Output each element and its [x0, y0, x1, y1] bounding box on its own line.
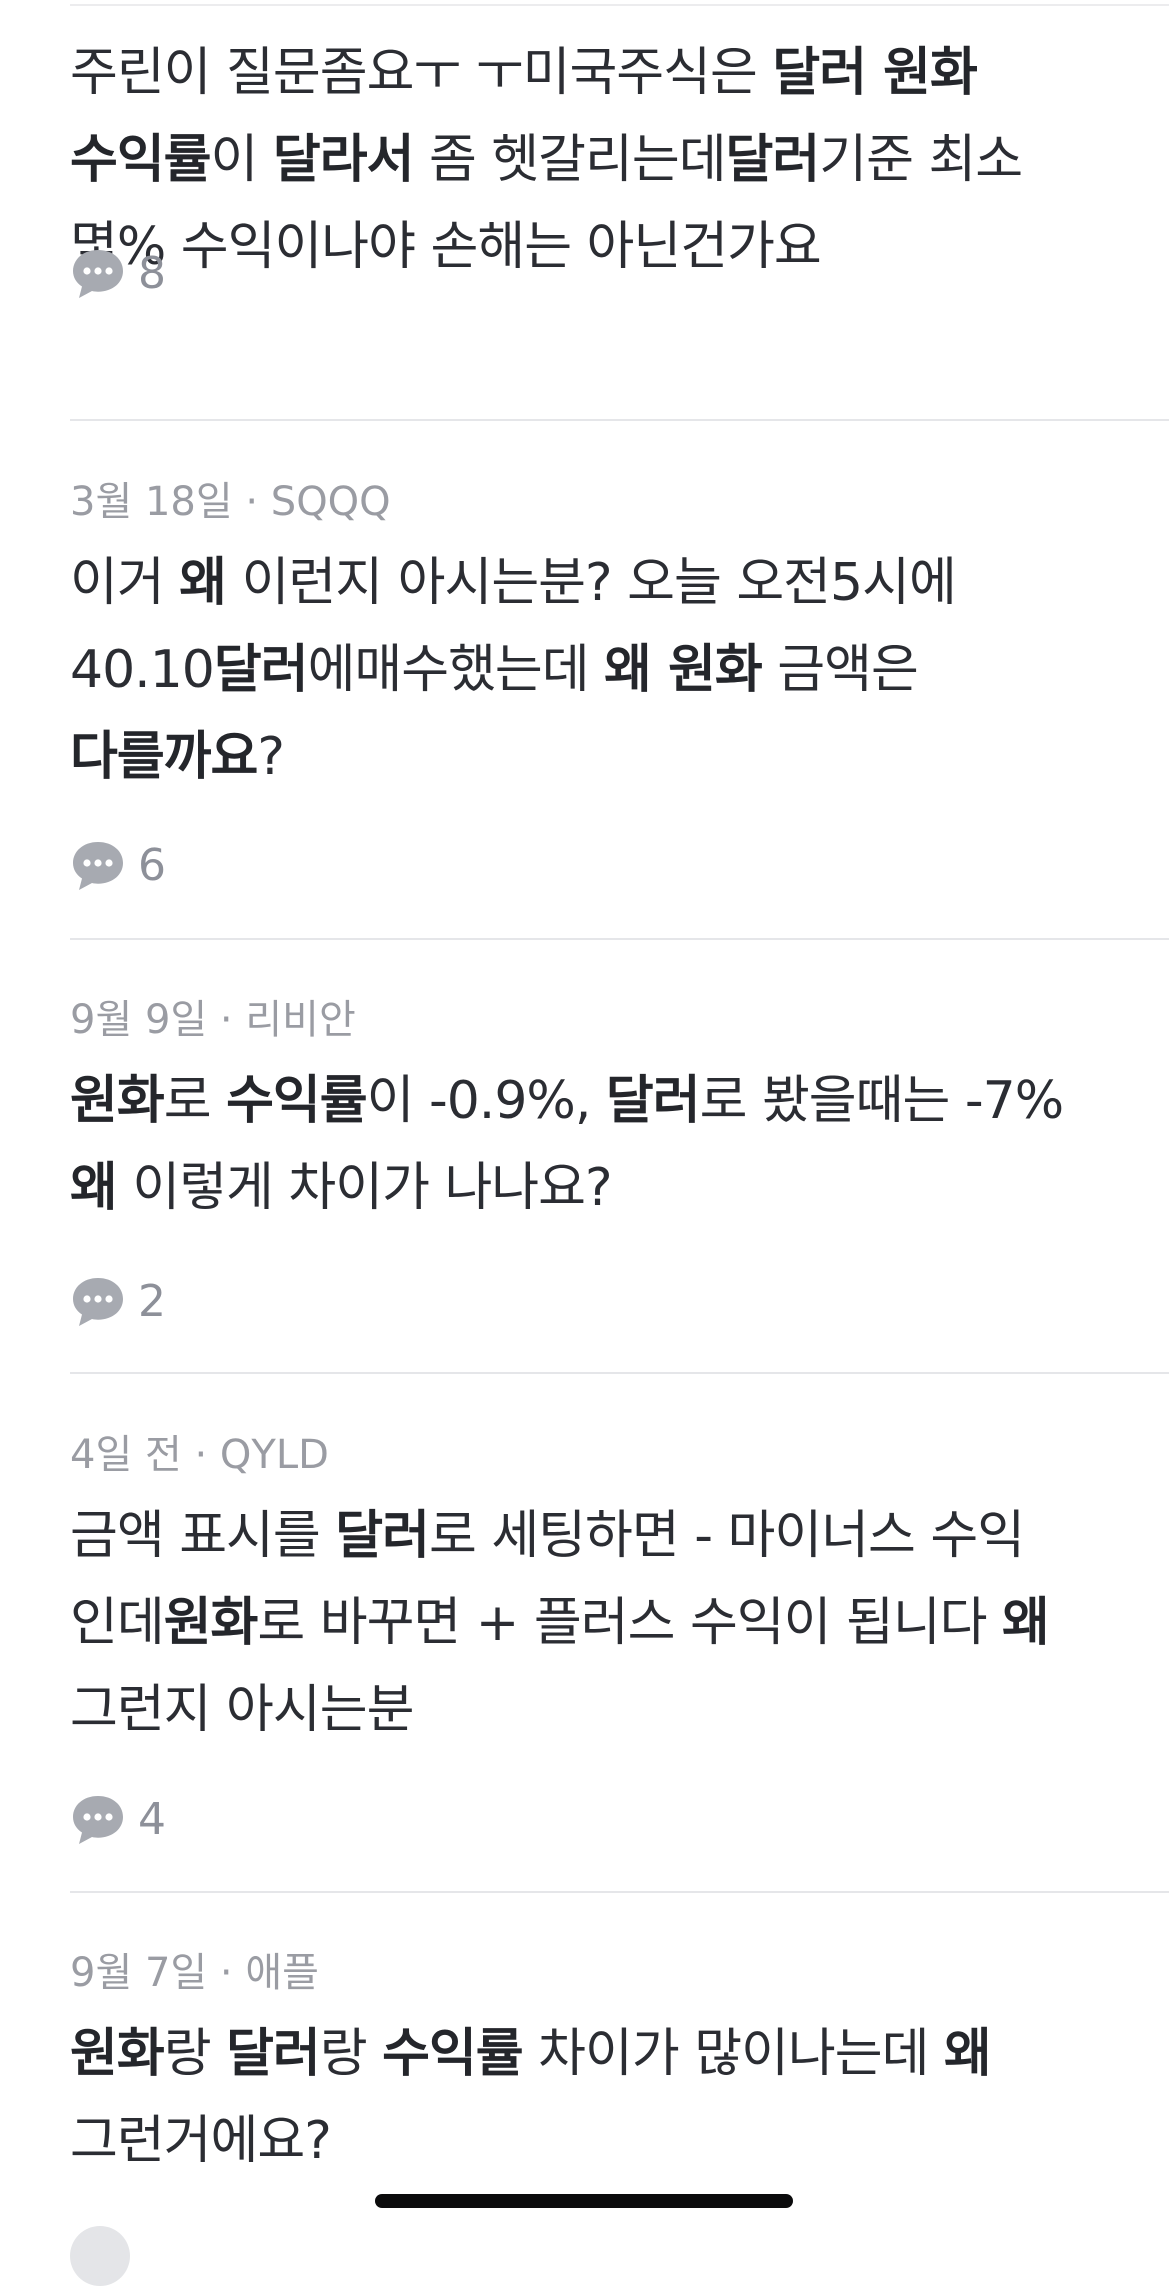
speech-bubble-icon	[73, 842, 123, 890]
title-text: 랑	[163, 2024, 227, 2084]
title-text: 그런거에요?	[70, 2111, 332, 2171]
title-text: 좀 헷갈리는데	[413, 130, 727, 190]
title-text: 이렇게 차이가 나나요?	[116, 1158, 612, 1218]
post-meta: 4일 전 · QYLD	[70, 1432, 329, 1478]
divider	[70, 938, 1169, 940]
speech-bubble-icon	[73, 1278, 123, 1326]
post-title[interactable]: 원화로 수익률이 -0.9%, 달러로 봤을때는 -7% 왜 이렇게 차이가 나…	[70, 1058, 1110, 1232]
highlight-keyword: 왜	[70, 1158, 118, 1218]
next-item-icon	[70, 2226, 130, 2286]
speech-bubble-icon	[73, 250, 123, 298]
highlight-keyword: 원화	[70, 1071, 165, 1131]
title-text: 랑	[319, 2024, 383, 2084]
title-text: 에매수했는데	[307, 640, 605, 700]
highlight-keyword: 수익률	[226, 1071, 368, 1131]
comment-count-value: 6	[138, 840, 166, 891]
divider	[70, 419, 1169, 421]
title-text: 금액은	[761, 640, 919, 700]
highlight-keyword: 달러	[725, 130, 821, 190]
comment-count-value: 4	[138, 1794, 166, 1845]
highlight-keyword: 달러	[226, 2024, 321, 2084]
comment-count-value: 8	[138, 248, 166, 299]
post-item[interactable]: 9월 9일 · 리비안 원화로 수익률이 -0.9%, 달러로 봤을때는 -7%…	[70, 996, 1110, 1327]
highlight-keyword: 달러	[335, 1506, 430, 1566]
title-text: 이	[210, 130, 273, 190]
post-item[interactable]: 9월 7일 · 애플 원화랑 달러랑 수익률 차이가 많이나는데 왜 그런거에요…	[70, 1949, 1110, 2185]
highlight-keyword: 왜	[179, 553, 227, 613]
highlight-keyword: 달라서	[272, 130, 415, 190]
highlight-keyword: 다를까요	[70, 727, 258, 787]
title-text: 그런지 아시는분	[70, 1680, 414, 1740]
comment-count: 6	[70, 836, 166, 896]
title-text: 로 봤을때는 -7%	[699, 1071, 1065, 1131]
post-title[interactable]: 금액 표시를 달러로 세팅하면 - 마이너스 수익 인데원화로 바꾸면 + 플러…	[70, 1493, 1110, 1754]
highlight-keyword: 왜	[943, 2024, 992, 2084]
post-item[interactable]: 주린이 질문좀요ㅜ ㅜ미국주식은 달러 원화 수익률이 달라서 좀 헷갈리는데달…	[70, 30, 1110, 299]
divider	[70, 4, 1169, 6]
highlight-keyword: 원화	[163, 1593, 259, 1653]
title-text: 주린이 질문좀요ㅜ ㅜ미국주식은	[70, 43, 773, 103]
speech-bubble-icon	[73, 1796, 123, 1844]
title-text: 로 바꾸면 + 플러스 수익이 됩니다	[257, 1593, 1003, 1653]
post-title[interactable]: 원화랑 달러랑 수익률 차이가 많이나는데 왜 그런거에요?	[70, 2011, 1110, 2185]
post-meta: 9월 9일 · 리비안	[70, 997, 356, 1043]
comment-count: 4	[70, 1790, 166, 1850]
title-text: 이 -0.9%,	[366, 1071, 606, 1131]
highlight-keyword: 원화	[70, 2024, 165, 2084]
highlight-keyword: 수익률	[382, 2024, 524, 2084]
post-item[interactable]: 4일 전 · QYLD 금액 표시를 달러로 세팅하면 - 마이너스 수익 인데…	[70, 1431, 1110, 1845]
post-title[interactable]: 이거 왜 이런지 아시는분? 오늘 오전5시에 40.10달러에매수했는데 왜 …	[70, 540, 1110, 801]
comment-count: 8	[70, 244, 166, 304]
comment-count: 2	[70, 1272, 166, 1332]
post-title[interactable]: 주린이 질문좀요ㅜ ㅜ미국주식은 달러 원화 수익률이 달라서 좀 헷갈리는데달…	[70, 30, 1110, 291]
divider	[70, 1891, 1169, 1893]
highlight-keyword: 달러	[213, 640, 309, 700]
highlight-keyword: 왜	[1002, 1593, 1050, 1653]
home-indicator[interactable]	[375, 2194, 793, 2208]
post-meta: 3월 18일 · SQQQ	[70, 479, 391, 525]
highlight-keyword: 달러	[605, 1071, 701, 1131]
title-text: ?	[257, 727, 285, 787]
title-text: 이거	[70, 553, 180, 613]
divider	[70, 1372, 1169, 1374]
title-text: 로	[163, 1071, 227, 1131]
highlight-keyword: 왜 원화	[604, 640, 763, 700]
title-text: 차이가 많이나는데	[522, 2024, 944, 2084]
title-text: 금액 표시를	[70, 1506, 336, 1566]
comment-count-value: 2	[138, 1276, 166, 1327]
post-item[interactable]: 3월 18일 · SQQQ 이거 왜 이런지 아시는분? 오늘 오전5시에 40…	[70, 478, 1110, 891]
post-meta: 9월 7일 · 애플	[70, 1950, 319, 1996]
